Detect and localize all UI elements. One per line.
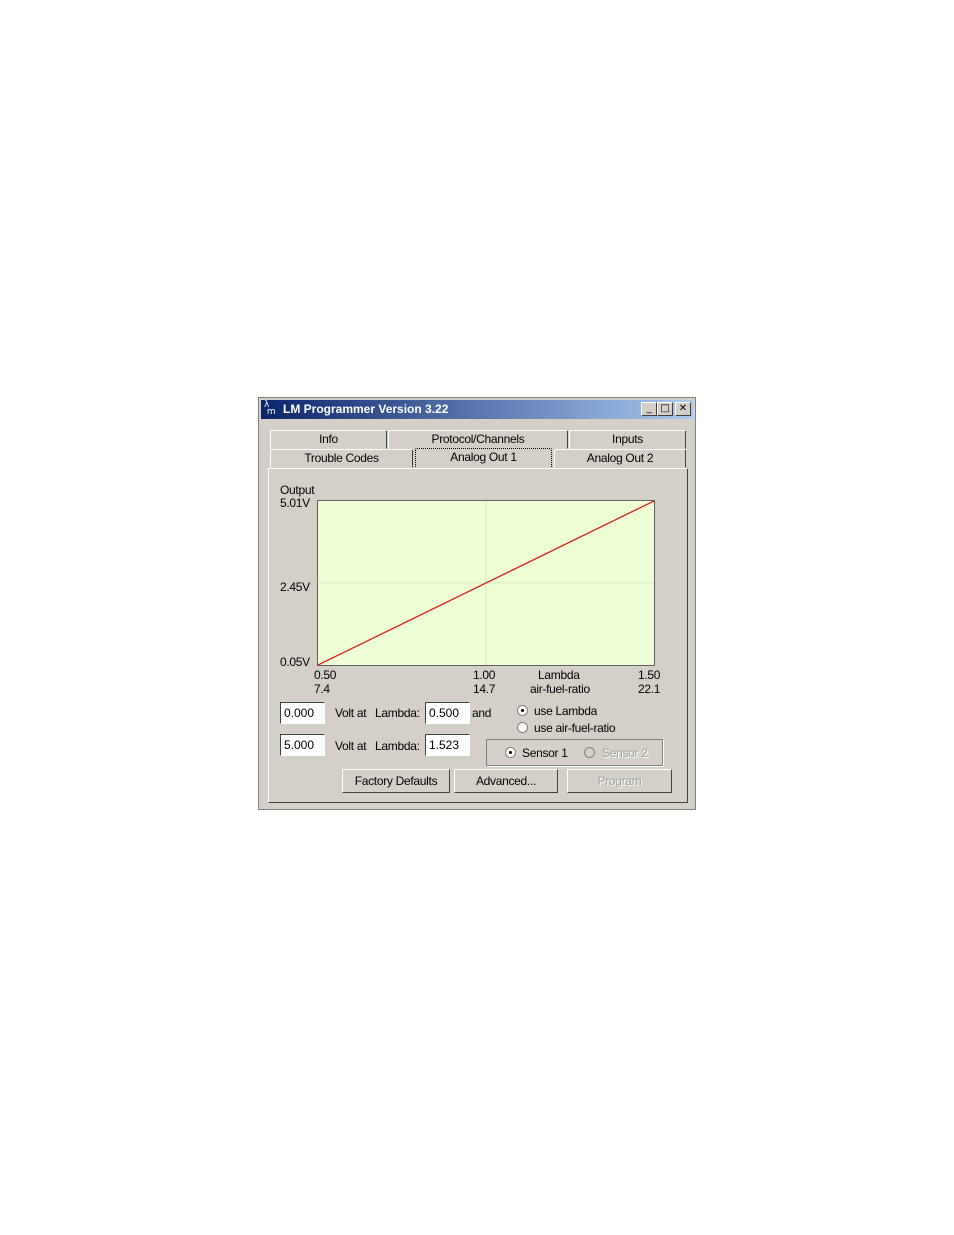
sensor-group: Sensor 1 Sensor 2: [486, 739, 663, 766]
tab-trouble-codes[interactable]: Trouble Codes: [270, 449, 413, 468]
use-afr-radio[interactable]: [517, 722, 528, 733]
app-lambda-icon: λ m: [264, 400, 276, 417]
x-tick-label: 7.4: [314, 682, 330, 696]
program-button[interactable]: Program: [567, 769, 672, 793]
tab-analog-out-1[interactable]: Analog Out 1: [415, 448, 552, 469]
x-axis-label-afr: air-fuel-ratio: [530, 682, 590, 696]
x-tick-label: 0.50: [314, 668, 337, 682]
sensor-1-label[interactable]: Sensor 1: [522, 746, 568, 760]
factory-defaults-button[interactable]: Factory Defaults: [342, 769, 450, 793]
lambda-low-input[interactable]: [425, 702, 470, 724]
tab-protocol-channels[interactable]: Protocol/Channels: [388, 430, 568, 449]
volt-low-input[interactable]: [280, 702, 325, 724]
y-tick-label: 0.05V: [280, 655, 310, 669]
maximize-button[interactable]: □: [657, 402, 673, 416]
tab-info[interactable]: Info: [270, 430, 387, 449]
lambda-label: Lambda:: [375, 706, 420, 720]
lm-programmer-window: λ m LM Programmer Version 3.22 _ □ ✕ Inf…: [258, 397, 696, 810]
x-axis-label-lambda: Lambda: [538, 668, 580, 682]
tab-analog-out-2[interactable]: Analog Out 2: [554, 449, 686, 468]
sensor-1-radio[interactable]: [505, 747, 516, 758]
volt-high-input[interactable]: [280, 734, 325, 756]
y-tick-label: 5.01V: [280, 496, 310, 510]
sensor-2-label: Sensor 2: [602, 746, 648, 760]
use-afr-label[interactable]: use air-fuel-ratio: [534, 721, 616, 735]
lambda-label: Lambda:: [375, 739, 420, 753]
use-lambda-radio[interactable]: [517, 705, 528, 716]
minimize-button[interactable]: _: [641, 402, 657, 416]
close-button[interactable]: ✕: [675, 402, 691, 416]
y-tick-label: 2.45V: [280, 580, 310, 594]
x-tick-label: 22.1: [638, 682, 661, 696]
output-line-chart: [317, 500, 655, 666]
x-tick-label: 14.7: [473, 682, 496, 696]
x-tick-label: 1.50: [638, 668, 661, 682]
and-label: and: [472, 706, 492, 720]
output-axis-label: Output: [280, 483, 315, 497]
window-title: LM Programmer Version 3.22: [283, 402, 449, 416]
use-lambda-label[interactable]: use Lambda: [534, 704, 597, 718]
sensor-2-radio[interactable]: [584, 747, 595, 758]
advanced-button[interactable]: Advanced...: [454, 769, 558, 793]
volt-at-label: Volt at: [335, 706, 367, 720]
tab-inputs[interactable]: Inputs: [569, 430, 686, 449]
x-tick-label: 1.00: [473, 668, 496, 682]
lambda-high-input[interactable]: [425, 734, 470, 756]
title-bar[interactable]: λ m LM Programmer Version 3.22 _ □ ✕: [261, 400, 693, 419]
volt-at-label: Volt at: [335, 739, 367, 753]
